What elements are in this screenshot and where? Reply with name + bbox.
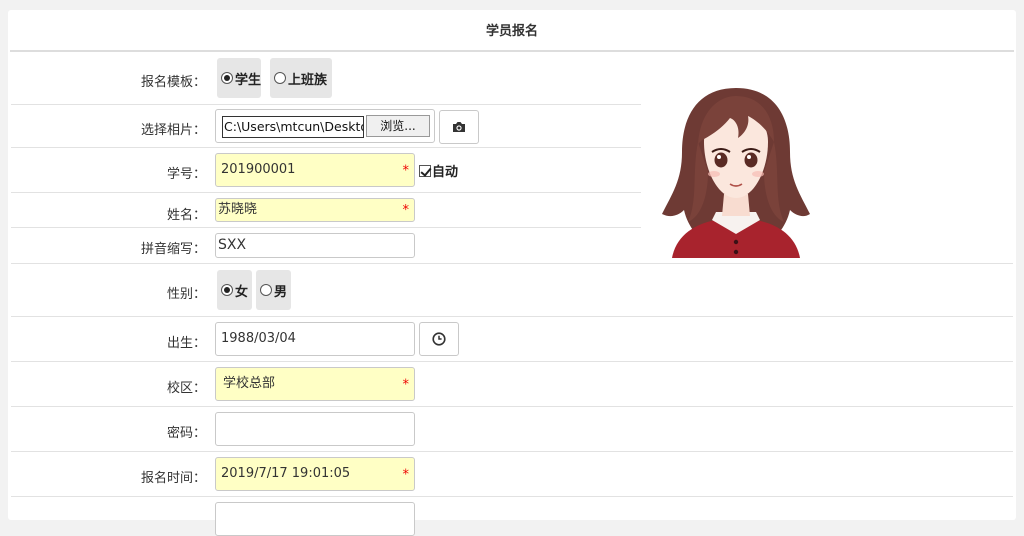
campus-select[interactable]: 学校总部 * <box>215 367 415 401</box>
row-divider <box>11 496 1013 497</box>
radio-selected-icon <box>221 284 233 296</box>
birth-picker-button[interactable] <box>419 322 459 356</box>
auto-checkbox-label: 自动 <box>432 165 459 180</box>
campus-label: 校区： <box>166 381 206 396</box>
birth-value: 1988/03/04 <box>221 331 296 346</box>
checkbox-checked-icon <box>419 165 431 177</box>
signup-time-label: 报名时间： <box>140 471 206 486</box>
password-input[interactable] <box>215 412 415 446</box>
student-no-input[interactable]: 201900001 * <box>215 153 415 187</box>
row-divider <box>11 147 641 148</box>
row-divider <box>11 227 641 228</box>
template-option-worker[interactable]: 上班族 <box>270 58 332 98</box>
camera-button[interactable] <box>439 110 479 144</box>
gender-label: 性别： <box>166 287 206 302</box>
photo-browse-button[interactable]: 浏览... <box>366 115 430 137</box>
enrollment-form-panel: 学员报名 报名模板： 学生 上班族 选择相片： C:\Users\mtcun\D… <box>8 10 1016 536</box>
pinyin-input[interactable]: SXX <box>215 233 415 258</box>
row-divider <box>11 192 641 193</box>
signup-time-input[interactable]: 2019/7/17 19:01:05 * <box>215 457 415 491</box>
row-divider <box>11 451 1013 452</box>
next-field-input[interactable] <box>215 502 415 536</box>
template-label: 报名模板： <box>140 75 206 90</box>
row-divider <box>11 104 641 105</box>
name-input[interactable]: 苏晓晓 * <box>215 198 415 222</box>
photo-label: 选择相片： <box>140 123 206 138</box>
gender-option-male-label: 男 <box>274 284 288 300</box>
clock-icon <box>432 332 446 346</box>
row-divider <box>11 361 1013 362</box>
row-divider <box>11 263 1013 264</box>
template-option-student-label: 学生 <box>235 72 262 88</box>
gender-option-female[interactable]: 女 <box>217 270 252 310</box>
student-no-value: 201900001 <box>221 162 296 177</box>
row-divider <box>11 316 1013 317</box>
student-no-label: 学号： <box>166 167 206 182</box>
required-mark: * <box>402 163 410 179</box>
auto-checkbox[interactable]: 自动 <box>419 161 458 180</box>
birth-label: 出生： <box>166 336 206 351</box>
birth-input[interactable]: 1988/03/04 <box>215 322 415 356</box>
required-mark: * <box>402 467 410 483</box>
title-divider <box>10 50 1014 52</box>
row-divider <box>11 406 1013 407</box>
template-option-worker-label: 上班族 <box>288 72 328 88</box>
signup-time-value: 2019/7/17 19:01:05 <box>221 466 351 481</box>
pinyin-value: SXX <box>218 237 247 253</box>
photo-file-picker[interactable]: C:\Users\mtcun\Desktop 浏览... <box>215 109 435 143</box>
radio-unselected-icon <box>260 284 272 296</box>
name-value: 苏晓晓 <box>218 202 258 217</box>
radio-unselected-icon <box>274 72 286 84</box>
pinyin-label: 拼音缩写： <box>140 242 206 257</box>
student-photo <box>662 88 810 258</box>
name-label: 姓名： <box>166 208 206 223</box>
required-mark: * <box>402 377 410 393</box>
gender-option-female-label: 女 <box>235 284 249 300</box>
password-label: 密码： <box>166 426 206 441</box>
photo-path-input[interactable]: C:\Users\mtcun\Desktop <box>222 116 364 138</box>
gender-option-male[interactable]: 男 <box>256 270 291 310</box>
required-mark: * <box>402 203 410 219</box>
template-option-student[interactable]: 学生 <box>217 58 261 98</box>
campus-value: 学校总部 <box>223 376 276 391</box>
radio-selected-icon <box>221 72 233 84</box>
form-title: 学员报名 <box>485 24 538 39</box>
camera-icon <box>453 122 465 132</box>
